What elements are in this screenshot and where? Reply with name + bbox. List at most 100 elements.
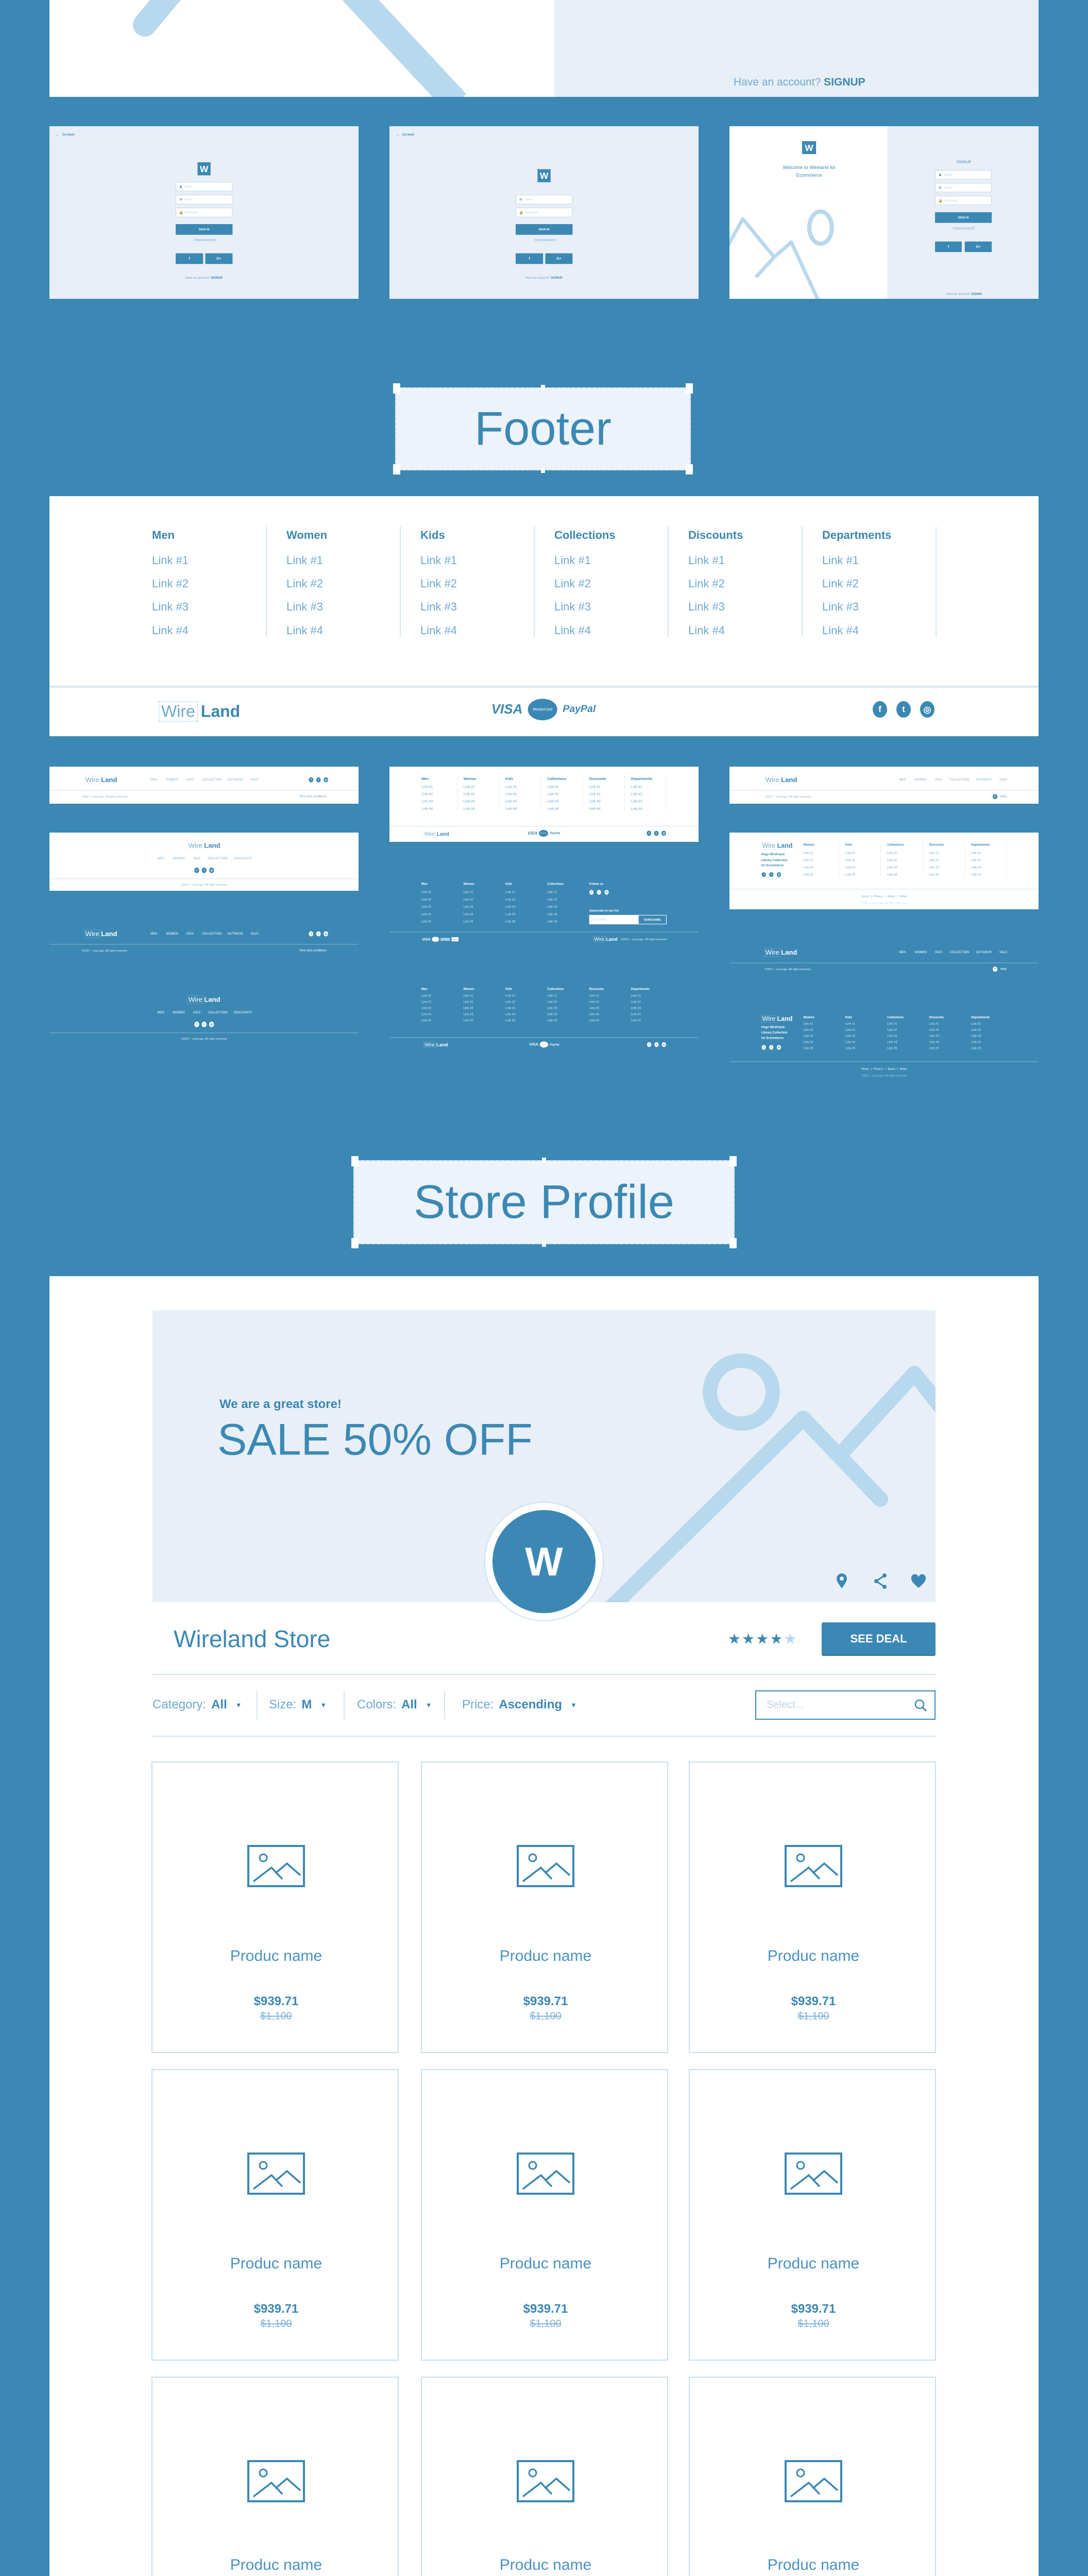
footer-link[interactable]: Link #5 bbox=[421, 1019, 431, 1023]
facebook-icon[interactable]: f bbox=[761, 872, 766, 877]
footer-link[interactable]: Link #1 bbox=[505, 994, 515, 998]
legal-link[interactable]: About bbox=[888, 1067, 895, 1071]
wireland-logo[interactable]: Wire Land bbox=[84, 929, 117, 938]
footer-link[interactable]: Link #1 bbox=[929, 1022, 939, 1026]
footer-link[interactable]: Link #3 bbox=[463, 1006, 473, 1010]
resize-handle[interactable] bbox=[541, 385, 545, 390]
twitter-icon[interactable]: t bbox=[201, 1021, 207, 1027]
footer-link[interactable]: Link #5 bbox=[463, 920, 473, 924]
nav-link[interactable]: SALE bbox=[251, 932, 259, 936]
filter-dropdown[interactable]: Price: Ascending ▼ bbox=[462, 1698, 577, 1712]
footer-link[interactable]: Link #4 bbox=[421, 1013, 431, 1016]
filter-dropdown[interactable]: Colors: All ▼ bbox=[357, 1698, 432, 1712]
wireland-logo[interactable]: Wire Land bbox=[423, 1042, 448, 1048]
product-card[interactable]: Produc name $939.71 $1,100 bbox=[689, 2069, 936, 2361]
nav-link[interactable]: OUTWEAR bbox=[976, 778, 992, 782]
footer-link[interactable]: Link #3 bbox=[887, 866, 897, 870]
footer-link[interactable]: Link #2 bbox=[286, 577, 323, 590]
product-name[interactable]: Produc name bbox=[230, 2556, 322, 2574]
footer-link[interactable]: Link #1 bbox=[420, 554, 457, 567]
product-name[interactable]: Produc name bbox=[768, 2556, 859, 2574]
footer-link[interactable]: Link #2 bbox=[554, 577, 591, 590]
footer-link[interactable]: Link #3 bbox=[152, 600, 189, 614]
resize-handle[interactable] bbox=[542, 1158, 546, 1163]
footer-link[interactable]: Link #3 bbox=[547, 1006, 557, 1010]
nav-link[interactable]: MEN bbox=[158, 857, 164, 860]
footer-link[interactable]: Link #1 bbox=[887, 1022, 897, 1026]
nav-link[interactable]: WOMEN bbox=[915, 951, 927, 954]
footer-link[interactable]: Link #5 bbox=[929, 1047, 939, 1050]
twitter-icon[interactable]: t bbox=[201, 867, 207, 873]
help-icon[interactable]: ? bbox=[992, 967, 998, 972]
footer-link[interactable]: Link #3 bbox=[589, 1006, 599, 1010]
footer-link[interactable]: Link #2 bbox=[463, 1001, 473, 1004]
back-arrow-icon[interactable]: ← bbox=[396, 132, 400, 137]
wireland-logo[interactable]: Wire Land bbox=[159, 701, 240, 722]
footer-link[interactable]: Link #1 bbox=[464, 785, 475, 789]
resize-handle[interactable] bbox=[729, 1156, 737, 1166]
footer-link[interactable]: Link #2 bbox=[803, 1028, 813, 1032]
footer-link[interactable]: Link #4 bbox=[505, 1013, 515, 1016]
nav-link[interactable]: COLLECTION bbox=[950, 778, 970, 782]
legal-link[interactable]: Privacy bbox=[874, 1067, 883, 1071]
footer-link[interactable]: Link #5 bbox=[631, 1019, 641, 1023]
twitter-icon[interactable]: t bbox=[597, 890, 601, 895]
footer-link[interactable]: Link #1 bbox=[554, 554, 591, 567]
footer-link[interactable]: Link #3 bbox=[420, 600, 457, 614]
footer-link[interactable]: Link #2 bbox=[505, 898, 515, 902]
product-name[interactable]: Produc name bbox=[500, 1947, 591, 1965]
footer-link[interactable]: Link #2 bbox=[845, 858, 855, 862]
footer-link[interactable]: Link #2 bbox=[822, 577, 859, 590]
wireland-logo[interactable]: Wire Land bbox=[84, 775, 117, 784]
footer-link[interactable]: Link #1 bbox=[421, 785, 433, 789]
nav-link[interactable]: WOMEN bbox=[166, 778, 178, 782]
footer-link[interactable]: Link #2 bbox=[688, 577, 725, 590]
footer-link[interactable]: Link #3 bbox=[803, 1035, 813, 1038]
footer-link[interactable]: Link #5 bbox=[589, 1019, 599, 1023]
nav-link[interactable]: OUTWEAR bbox=[228, 778, 243, 782]
nav-link[interactable]: OUTWEAR bbox=[976, 951, 992, 954]
legal-link[interactable]: Privacy bbox=[874, 894, 883, 898]
nav-link[interactable]: DISCOUNTS bbox=[234, 1011, 252, 1014]
footer-link[interactable]: Link #4 bbox=[589, 1013, 599, 1016]
wireland-logo[interactable]: Wire Land bbox=[188, 995, 220, 1004]
filter-dropdown[interactable]: Size: M ▼ bbox=[269, 1698, 327, 1712]
nav-link[interactable]: MEN bbox=[150, 778, 157, 782]
instagram-icon[interactable]: ◎ bbox=[604, 890, 609, 895]
go-back-link[interactable]: Go back bbox=[62, 133, 74, 137]
footer-link[interactable]: Link #2 bbox=[463, 898, 473, 902]
footer-link[interactable]: Link #5 bbox=[803, 1047, 813, 1050]
help-link[interactable]: Help bbox=[1000, 795, 1007, 799]
footer-link[interactable]: Link #4 bbox=[887, 873, 897, 876]
footer-link[interactable]: Link #3 bbox=[631, 1006, 641, 1010]
resize-handle[interactable] bbox=[542, 1242, 546, 1247]
footer-link[interactable]: Link #4 bbox=[845, 1041, 855, 1044]
footer-link[interactable]: Link #1 bbox=[845, 851, 855, 855]
footer-link[interactable]: Link #1 bbox=[505, 785, 517, 789]
footer-link[interactable]: Link #2 bbox=[505, 792, 517, 796]
facebook-icon[interactable]: f bbox=[309, 931, 314, 937]
twitter-icon[interactable]: t bbox=[769, 1045, 774, 1050]
email-input[interactable]: ✉ Email bbox=[516, 195, 573, 205]
footer-link[interactable]: Link #4 bbox=[822, 624, 859, 637]
footer-link[interactable]: Link #2 bbox=[845, 1028, 855, 1032]
twitter-icon[interactable]: t bbox=[316, 777, 321, 783]
lock-input[interactable]: 🔒 Password bbox=[176, 208, 233, 217]
footer-link[interactable]: Link #3 bbox=[463, 905, 473, 909]
instagram-icon[interactable]: ◎ bbox=[324, 777, 328, 783]
wireland-logo[interactable]: Wire Land bbox=[761, 1015, 792, 1023]
product-card[interactable]: Produc name $939.71 $1,100 bbox=[151, 1761, 399, 2053]
instagram-icon[interactable]: ◎ bbox=[209, 1021, 214, 1027]
footer-link[interactable]: Link #3 bbox=[971, 866, 981, 870]
footer-link[interactable]: Link #4 bbox=[971, 873, 981, 876]
footer-link[interactable]: Link #1 bbox=[152, 554, 189, 567]
nav-link[interactable]: KIDS bbox=[193, 857, 200, 860]
signup-link[interactable]: SIGNUP bbox=[824, 76, 865, 88]
footer-link[interactable]: Link #1 bbox=[463, 994, 473, 998]
facebook-login-button[interactable]: f bbox=[516, 253, 543, 264]
footer-link[interactable]: Link #5 bbox=[505, 1019, 515, 1023]
footer-link[interactable]: Link #5 bbox=[547, 1019, 557, 1023]
heart-icon[interactable] bbox=[911, 1574, 926, 1588]
forgot-password-link[interactable]: Forgot password? bbox=[953, 227, 975, 230]
footer-link[interactable]: Link #2 bbox=[420, 577, 457, 590]
